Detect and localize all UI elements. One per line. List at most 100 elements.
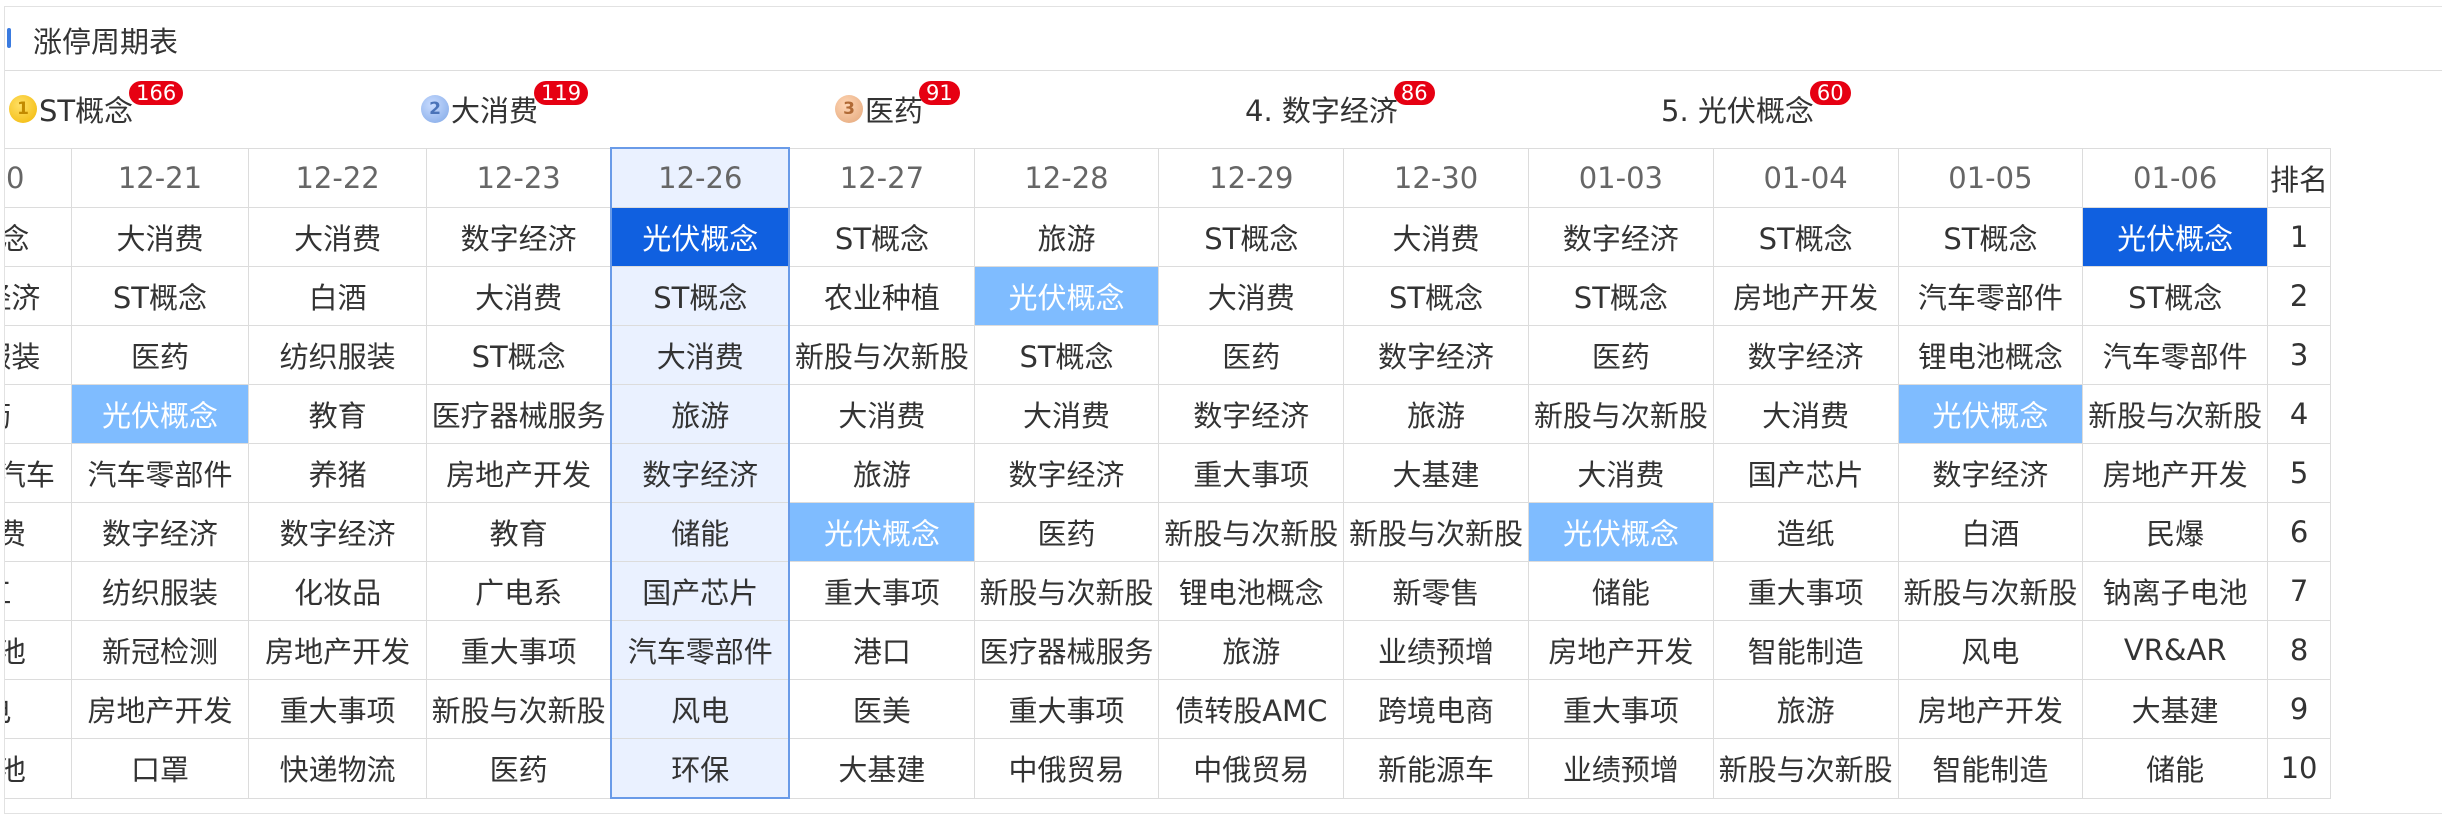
concept-cell[interactable]: 重大事项 <box>788 561 975 621</box>
concept-cell[interactable]: 房地产开发 <box>70 679 250 739</box>
concept-cell[interactable]: 医疗器械服务 <box>973 620 1160 680</box>
concept-cell[interactable]: 口罩 <box>70 738 250 799</box>
concept-cell[interactable]: 国产芯片 <box>1712 443 1899 503</box>
concept-cell[interactable]: 港口 <box>788 620 975 680</box>
concept-cell[interactable]: ST概念 <box>1343 266 1529 326</box>
concept-cell[interactable]: 重大事项 <box>1712 561 1899 621</box>
concept-cell[interactable]: 数字经济 <box>1527 207 1714 267</box>
concept-cell[interactable]: 教育 <box>425 502 612 562</box>
date-header-01-05[interactable]: 01-05 <box>1897 147 2084 208</box>
concept-cell[interactable]: 旅游 <box>1343 384 1529 444</box>
concept-cell[interactable]: 大消费 <box>70 207 250 267</box>
concept-cell[interactable]: 数字经济 <box>973 443 1160 503</box>
concept-cell[interactable]: 医药 <box>1158 325 1345 385</box>
concept-cell[interactable]: 大消费 <box>1158 266 1345 326</box>
concept-cell[interactable]: 大消费 <box>1712 384 1899 444</box>
concept-cell[interactable]: 业绩预增 <box>1343 620 1529 680</box>
concept-cell[interactable]: 大消费 <box>425 266 612 326</box>
concept-cell[interactable]: 白酒 <box>248 266 427 326</box>
top-concept-item[interactable]: 1 ST概念 166 <box>9 81 184 128</box>
concept-cell[interactable]: 大基建 <box>788 738 975 799</box>
concept-cell[interactable]: 新股与次新股 <box>1158 502 1345 562</box>
concept-cell[interactable]: 新股与次新股 <box>973 561 1160 621</box>
concept-cell[interactable]: 旅游 <box>610 384 791 444</box>
concept-cell[interactable]: 光伏概念 <box>973 266 1160 326</box>
concept-cell[interactable]: ST概念 <box>1158 207 1345 267</box>
concept-cell[interactable]: 医药 <box>1527 325 1714 385</box>
concept-cell[interactable]: 白酒 <box>1897 502 2084 562</box>
concept-cell[interactable]: 大基建 <box>1343 443 1529 503</box>
concept-cell[interactable]: ST概念 <box>2082 266 2269 326</box>
concept-cell[interactable]: 数字经济 <box>1897 443 2084 503</box>
concept-cell[interactable]: 数字经济 <box>248 502 427 562</box>
date-header-01-03[interactable]: 01-03 <box>1527 147 1714 208</box>
concept-cell[interactable]: 储能 <box>2082 738 2269 799</box>
concept-cell[interactable]: 房地产开发 <box>2082 443 2269 503</box>
concept-cell[interactable]: ST概念 <box>425 325 612 385</box>
concept-cell[interactable]: 重大事项 <box>425 620 612 680</box>
concept-cell[interactable]: 大消费 <box>1527 443 1714 503</box>
date-header-01-04[interactable]: 01-04 <box>1712 147 1899 208</box>
concept-cell[interactable]: 新股与次新股 <box>2082 384 2269 444</box>
concept-cell[interactable]: 旅游 <box>1158 620 1345 680</box>
concept-cell[interactable]: 国产芯片 <box>610 561 791 621</box>
concept-cell[interactable]: 光伏概念 <box>788 502 975 562</box>
concept-cell[interactable]: 光伏概念 <box>610 207 791 267</box>
concept-cell[interactable]: 旅游 <box>973 207 1160 267</box>
concept-cell[interactable]: 重大事项 <box>973 679 1160 739</box>
top-concept-item[interactable]: 4. 数字经济 86 <box>1245 81 1435 128</box>
concept-cell[interactable]: 光伏概念 <box>1897 384 2084 444</box>
concept-cell[interactable]: 旅游 <box>1712 679 1899 739</box>
date-header-12-23[interactable]: 12-23 <box>425 147 612 208</box>
concept-cell[interactable]: 新股与次新股 <box>1897 561 2084 621</box>
concept-cell[interactable]: 数字经济 <box>1343 325 1529 385</box>
concept-cell[interactable]: 医药 <box>425 738 612 799</box>
concept-cell[interactable]: 汽车零部件 <box>2082 325 2269 385</box>
concept-cell[interactable]: 医药 <box>973 502 1160 562</box>
concept-cell[interactable]: 数字经济 <box>1158 384 1345 444</box>
concept-cell[interactable]: 汽车零部件 <box>610 620 791 680</box>
concept-cell[interactable]: ST概念 <box>1712 207 1899 267</box>
concept-cell[interactable]: 光伏概念 <box>70 384 250 444</box>
concept-cell[interactable]: 医药 <box>70 325 250 385</box>
concept-cell[interactable]: ST概念 <box>70 266 250 326</box>
concept-cell[interactable]: 锂电池概念 <box>1158 561 1345 621</box>
concept-cell[interactable]: 医美 <box>788 679 975 739</box>
concept-cell[interactable]: ST概念 <box>610 266 791 326</box>
concept-cell[interactable]: 储能 <box>610 502 791 562</box>
concept-cell[interactable]: 房地产开发 <box>1897 679 2084 739</box>
concept-cell[interactable]: 养猪 <box>248 443 427 503</box>
concept-cell[interactable]: 教育 <box>248 384 427 444</box>
concept-cell[interactable]: 汽车零部件 <box>70 443 250 503</box>
concept-cell[interactable]: 新股与次新股 <box>1527 384 1714 444</box>
concept-cell[interactable]: 广电系 <box>425 561 612 621</box>
concept-cell[interactable]: 纺织服装 <box>248 325 427 385</box>
concept-cell[interactable]: 数字经济 <box>1712 325 1899 385</box>
concept-cell[interactable]: ST概念 <box>1527 266 1714 326</box>
concept-cell[interactable]: 风电 <box>610 679 791 739</box>
concept-cell[interactable]: 大消费 <box>788 384 975 444</box>
concept-cell[interactable]: 债转股AMC <box>1158 679 1345 739</box>
concept-cell[interactable]: 大消费 <box>610 325 791 385</box>
concept-cell[interactable]: 重大事项 <box>1158 443 1345 503</box>
concept-cell[interactable]: ST概念 <box>788 207 975 267</box>
concept-cell[interactable]: 新股与次新股 <box>788 325 975 385</box>
concept-cell[interactable]: 化工 <box>5 561 72 621</box>
concept-cell[interactable]: 新零售 <box>1343 561 1529 621</box>
concept-cell[interactable]: 医疗器械服务 <box>425 384 612 444</box>
concept-cell[interactable]: 数字经济 <box>610 443 791 503</box>
date-header-12-22[interactable]: 12-22 <box>248 147 427 208</box>
concept-cell[interactable]: 重大事项 <box>1527 679 1714 739</box>
concept-cell[interactable]: ST概念 <box>1897 207 2084 267</box>
top-concept-item[interactable]: 2 大消费 119 <box>421 81 589 128</box>
concept-cell[interactable]: 智能制造 <box>1897 738 2084 799</box>
cycle-table-viewport[interactable]: 12-2012-2112-2212-2312-2612-2712-2812-29… <box>5 147 2442 813</box>
concept-cell[interactable]: 房地产开发 <box>248 620 427 680</box>
concept-cell[interactable]: 旅游 <box>788 443 975 503</box>
concept-cell[interactable]: 环保 <box>610 738 791 799</box>
concept-cell[interactable]: 新股与次新股 <box>1343 502 1529 562</box>
concept-cell[interactable]: 房地产开发 <box>1712 266 1899 326</box>
concept-cell[interactable]: 跨境电商 <box>1343 679 1529 739</box>
concept-cell[interactable]: 数字经济 <box>425 207 612 267</box>
concept-cell[interactable]: 光伏概念 <box>1527 502 1714 562</box>
